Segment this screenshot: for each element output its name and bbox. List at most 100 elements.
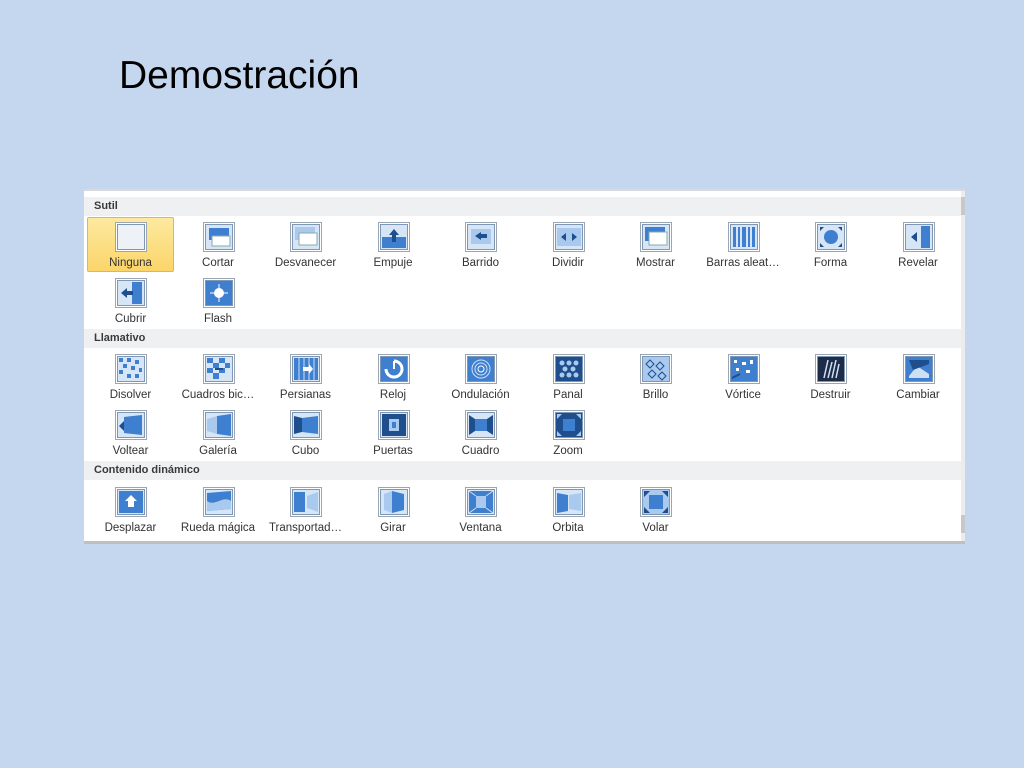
fly-through-icon — [640, 487, 672, 517]
scrollbar[interactable] — [961, 191, 965, 541]
transition-label: Rueda mágica — [180, 522, 256, 534]
section-header: Contenido dinámico — [84, 461, 961, 480]
flip-icon — [115, 410, 147, 440]
transition-label: Ninguna — [109, 257, 152, 269]
clock-icon — [377, 354, 410, 384]
transition-label: Volar — [642, 522, 669, 534]
window-icon — [465, 487, 497, 517]
orbit-icon — [552, 487, 585, 517]
transition-option[interactable]: Rueda mágica — [175, 482, 262, 537]
push-icon — [377, 222, 410, 252]
transition-option[interactable]: Desvanecer — [262, 217, 349, 272]
transition-label: Ventana — [459, 522, 502, 534]
transition-label: Cortar — [202, 257, 234, 269]
transition-option[interactable]: Zoom — [525, 405, 612, 460]
transition-option[interactable]: Ondulación — [437, 349, 524, 404]
box-icon — [465, 410, 497, 440]
transition-label: Forma — [813, 257, 848, 269]
transition-option[interactable]: Disolver — [87, 349, 174, 404]
split-icon — [552, 222, 585, 252]
transition-label: Dividir — [552, 257, 584, 269]
transition-option[interactable]: Cubrir — [87, 273, 174, 328]
transition-option[interactable]: Persianas — [262, 349, 349, 404]
transition-option[interactable]: Barras aleat… — [700, 217, 787, 272]
transition-label: Panal — [553, 389, 583, 401]
transition-label: Destruir — [810, 389, 851, 401]
ripple-icon — [465, 354, 497, 384]
transition-option[interactable]: Ninguna — [87, 217, 174, 272]
shred-icon — [815, 354, 847, 384]
random-bars-icon — [727, 222, 760, 252]
cube-icon — [290, 410, 322, 440]
switch-icon — [902, 354, 935, 384]
blinds-icon — [290, 354, 322, 384]
transition-option[interactable]: Barrido — [437, 217, 524, 272]
transition-label: Disolver — [109, 389, 152, 401]
transition-label: Desplazar — [104, 522, 157, 534]
section-header: Sutil — [84, 197, 961, 216]
transition-label: Flash — [203, 313, 233, 325]
transition-label: Persianas — [279, 389, 332, 401]
zoom-icon — [552, 410, 585, 440]
pan-icon — [115, 487, 147, 517]
transition-label: Desvanecer — [274, 257, 337, 269]
reveal-slides-icon — [640, 222, 672, 252]
transition-option[interactable]: Forma — [787, 217, 874, 272]
doors-icon — [377, 410, 410, 440]
transition-label: Puertas — [373, 445, 413, 457]
transition-option[interactable]: Reloj — [350, 349, 437, 404]
transition-label: Vórtice — [725, 389, 761, 401]
flash-icon — [202, 278, 235, 308]
transition-option[interactable]: Cuadro — [437, 405, 524, 460]
transition-option[interactable]: Mostrar — [612, 217, 699, 272]
transition-option[interactable]: Vórtice — [700, 349, 787, 404]
transition-label: Transportad… — [268, 522, 343, 534]
transition-option[interactable]: Cambiar — [875, 349, 962, 404]
transition-option[interactable]: Revelar — [875, 217, 962, 272]
rotate-icon — [377, 487, 410, 517]
transition-option[interactable]: Flash — [175, 273, 262, 328]
transition-label: Empuje — [373, 257, 413, 269]
transition-option[interactable]: Cubo — [262, 405, 349, 460]
transition-option[interactable]: Galería — [175, 405, 262, 460]
transition-option[interactable]: Dividir — [525, 217, 612, 272]
transition-option[interactable]: Puertas — [350, 405, 437, 460]
gallery-icon — [202, 410, 235, 440]
transition-label: Reloj — [379, 389, 407, 401]
transition-option[interactable]: Transportad… — [262, 482, 349, 537]
transition-label: Cambiar — [896, 389, 940, 401]
section-header: Llamativo — [84, 329, 961, 348]
conveyor-icon — [290, 487, 322, 517]
fade-icon — [290, 222, 322, 252]
vortex-icon — [727, 354, 760, 384]
transition-label: Órbita — [552, 522, 584, 534]
cut-icon — [202, 222, 235, 252]
transition-label: Voltear — [112, 445, 149, 457]
shape-icon — [815, 222, 847, 252]
transition-option[interactable]: Panal — [525, 349, 612, 404]
scroll-up-button[interactable] — [961, 197, 965, 215]
scroll-down-button[interactable] — [961, 515, 965, 533]
transition-label: Barrido — [461, 257, 500, 269]
transition-option[interactable]: Voltear — [87, 405, 174, 460]
transition-label: Brillo — [642, 389, 669, 401]
transition-label: Mostrar — [636, 257, 675, 269]
transition-label: Cuadros bic… — [181, 389, 255, 401]
transition-label: Girar — [380, 522, 406, 534]
transition-option[interactable]: Destruir — [787, 349, 874, 404]
transition-option[interactable]: Cuadros bic… — [175, 349, 262, 404]
transition-label: Barras aleat… — [706, 257, 780, 269]
transition-option[interactable]: Volar — [612, 482, 699, 537]
transition-option[interactable]: Empuje — [350, 217, 437, 272]
transition-option[interactable]: Desplazar — [87, 482, 174, 537]
transition-option[interactable]: Cortar — [175, 217, 262, 272]
transition-label: Zoom — [553, 445, 583, 457]
dissolve-icon — [115, 354, 147, 384]
transition-label: Ondulación — [451, 389, 510, 401]
transition-option[interactable]: Girar — [350, 482, 437, 537]
transition-option[interactable]: Órbita — [525, 482, 612, 537]
transition-option[interactable]: Ventana — [437, 482, 524, 537]
honeycomb-icon — [552, 354, 585, 384]
transition-label: Revelar — [898, 257, 938, 269]
transition-option[interactable]: Brillo — [612, 349, 699, 404]
